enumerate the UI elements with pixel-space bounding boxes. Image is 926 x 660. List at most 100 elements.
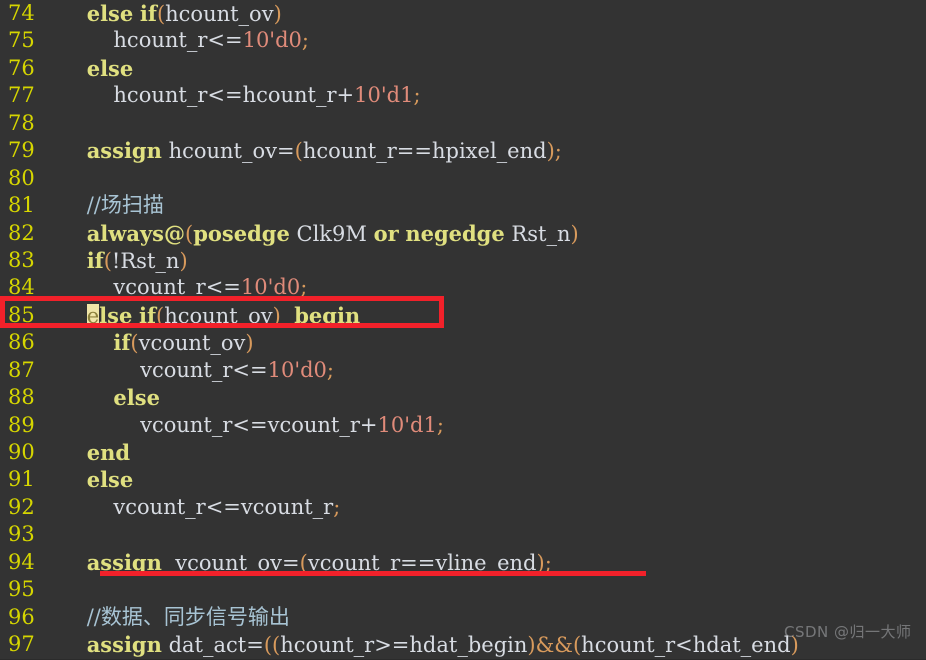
code-line-90[interactable]: 90 end <box>0 439 926 466</box>
code-token: Rst_n <box>511 221 571 246</box>
code-token: vcount_ov <box>138 331 246 356</box>
code-text[interactable]: always@(posedge Clk9M or negedge Rst_n) <box>60 220 579 248</box>
code-line-92[interactable]: 92 vcount_r<=vcount_r; <box>0 494 926 521</box>
code-text[interactable]: vcount_r<=10'd0; <box>60 274 307 301</box>
code-token: hcount_r <box>581 633 676 658</box>
code-token: negedge <box>405 220 505 246</box>
code-line-93[interactable]: 93 <box>0 521 926 548</box>
code-token: ; <box>300 275 308 300</box>
code-token: <= <box>205 494 241 519</box>
code-token: lse <box>99 302 133 328</box>
line-number: 93 <box>8 522 35 547</box>
code-line-96[interactable]: 96 //数据、同步信号输出 <box>0 604 926 631</box>
code-token: vcount_ov <box>175 550 283 575</box>
line-number: 88 <box>8 385 35 410</box>
line-number: 79 <box>8 138 35 163</box>
code-token: hcount_r <box>113 83 208 108</box>
code-token: ) <box>179 248 188 273</box>
code-line-88[interactable]: 88 else <box>0 384 926 411</box>
code-line-87[interactable]: 87 vcount_r<=10'd0; <box>0 357 926 384</box>
code-token: ( <box>185 221 194 246</box>
code-token: ( <box>156 303 165 328</box>
line-number: 91 <box>8 467 35 492</box>
code-editor[interactable]: 74 else if(hcount_ov) 75 hcount_r<=10'd0;… <box>0 0 926 659</box>
code-line-91[interactable]: 91 else <box>0 466 926 493</box>
code-text[interactable]: assign dat_act=((hcount_r>=hdat_begin)&&… <box>60 631 799 659</box>
code-line-89[interactable]: 89 vcount_r<=vcount_r+10'd1; <box>0 412 926 439</box>
line-number: 75 <box>8 28 35 53</box>
code-token: hcount_ov <box>165 2 274 26</box>
code-line-74[interactable]: 74 else if(hcount_ov) <box>0 0 926 27</box>
code-token: vcount_r <box>140 357 233 382</box>
code-line-80[interactable]: 80 <box>0 165 926 192</box>
code-line-84[interactable]: 84 vcount_r<=10'd0; <box>0 274 926 301</box>
code-line-82[interactable]: 82 always@(posedge Clk9M or negedge Rst_… <box>0 220 926 247</box>
code-text[interactable]: else if(hcount_ov) begin <box>60 302 360 330</box>
code-line-85[interactable]: 85 else if(hcount_ov) begin <box>0 302 926 329</box>
code-text[interactable]: else <box>60 466 134 494</box>
code-token: ; <box>436 412 444 437</box>
code-line-78[interactable]: 78 <box>0 110 926 137</box>
line-number: 89 <box>8 412 35 437</box>
code-token: vcount_r <box>307 550 401 575</box>
code-line-97[interactable]: 97 assign dat_act=((hcount_r>=hdat_begin… <box>0 631 926 658</box>
code-text[interactable]: else <box>60 55 134 83</box>
code-token: ; <box>544 550 552 575</box>
code-line-77[interactable]: 77 hcount_r<=hcount_r+10'd1; <box>0 82 926 109</box>
code-token: vcount_r <box>113 494 206 519</box>
code-line-75[interactable]: 75 hcount_r<=10'd0; <box>0 27 926 54</box>
code-token: = <box>246 633 264 658</box>
line-number: 80 <box>8 165 35 190</box>
code-line-83[interactable]: 83 if(!Rst_n) <box>0 247 926 274</box>
code-text[interactable]: vcount_r<=vcount_r; <box>60 494 340 521</box>
code-text[interactable]: vcount_r<=10'd0; <box>60 357 334 384</box>
code-token: <= <box>232 412 268 437</box>
code-lines-container[interactable]: 74 else if(hcount_ov) 75 hcount_r<=10'd0;… <box>0 0 926 659</box>
code-token: ( <box>156 2 166 26</box>
code-text[interactable]: //场扫描 <box>60 192 164 219</box>
code-text[interactable]: end <box>60 439 130 467</box>
code-text[interactable]: if(!Rst_n) <box>60 247 188 275</box>
code-line-76[interactable]: 76 else <box>0 55 926 82</box>
code-token: = <box>277 139 295 164</box>
code-text[interactable]: vcount_r<=vcount_r+10'd1; <box>60 412 444 439</box>
code-token: ) <box>273 2 282 26</box>
code-token: ; <box>413 83 421 108</box>
line-number: 84 <box>8 275 35 300</box>
code-token: ( <box>572 633 582 658</box>
code-text[interactable]: hcount_r<=hcount_r+10'd1; <box>60 82 421 109</box>
code-text[interactable]: assign vcount_ov=(vcount_r==vline_end); <box>60 549 552 577</box>
line-number: 97 <box>8 632 35 657</box>
code-line-95[interactable]: 95 <box>0 576 926 603</box>
code-token: if <box>86 247 104 273</box>
code-token: vcount_r <box>140 412 233 437</box>
code-line-79[interactable]: 79 assign hcount_ov=(hcount_r==hpixel_en… <box>0 137 926 164</box>
code-text[interactable]: else <box>60 384 160 412</box>
code-text[interactable]: assign hcount_ov=(hcount_r==hpixel_end); <box>60 137 562 165</box>
code-text[interactable]: hcount_r<=10'd0; <box>60 27 309 54</box>
code-token: ( <box>299 550 308 575</box>
code-text[interactable]: else if(hcount_ov) <box>60 0 282 28</box>
code-token: Clk9M <box>296 221 367 246</box>
code-line-81[interactable]: 81 //场扫描 <box>0 192 926 219</box>
code-token: assign <box>86 549 162 575</box>
code-text[interactable]: if(vcount_ov) <box>60 329 253 357</box>
code-text[interactable]: //数据、同步信号输出 <box>60 604 290 631</box>
code-token: 10'd0 <box>267 357 327 382</box>
code-line-86[interactable]: 86 if(vcount_ov) <box>0 329 926 356</box>
code-line-94[interactable]: 94 assign vcount_ov=(vcount_r==vline_end… <box>0 549 926 576</box>
code-token: vcount_r <box>113 275 206 300</box>
code-token: <= <box>207 28 243 53</box>
code-token: ) <box>272 303 281 328</box>
